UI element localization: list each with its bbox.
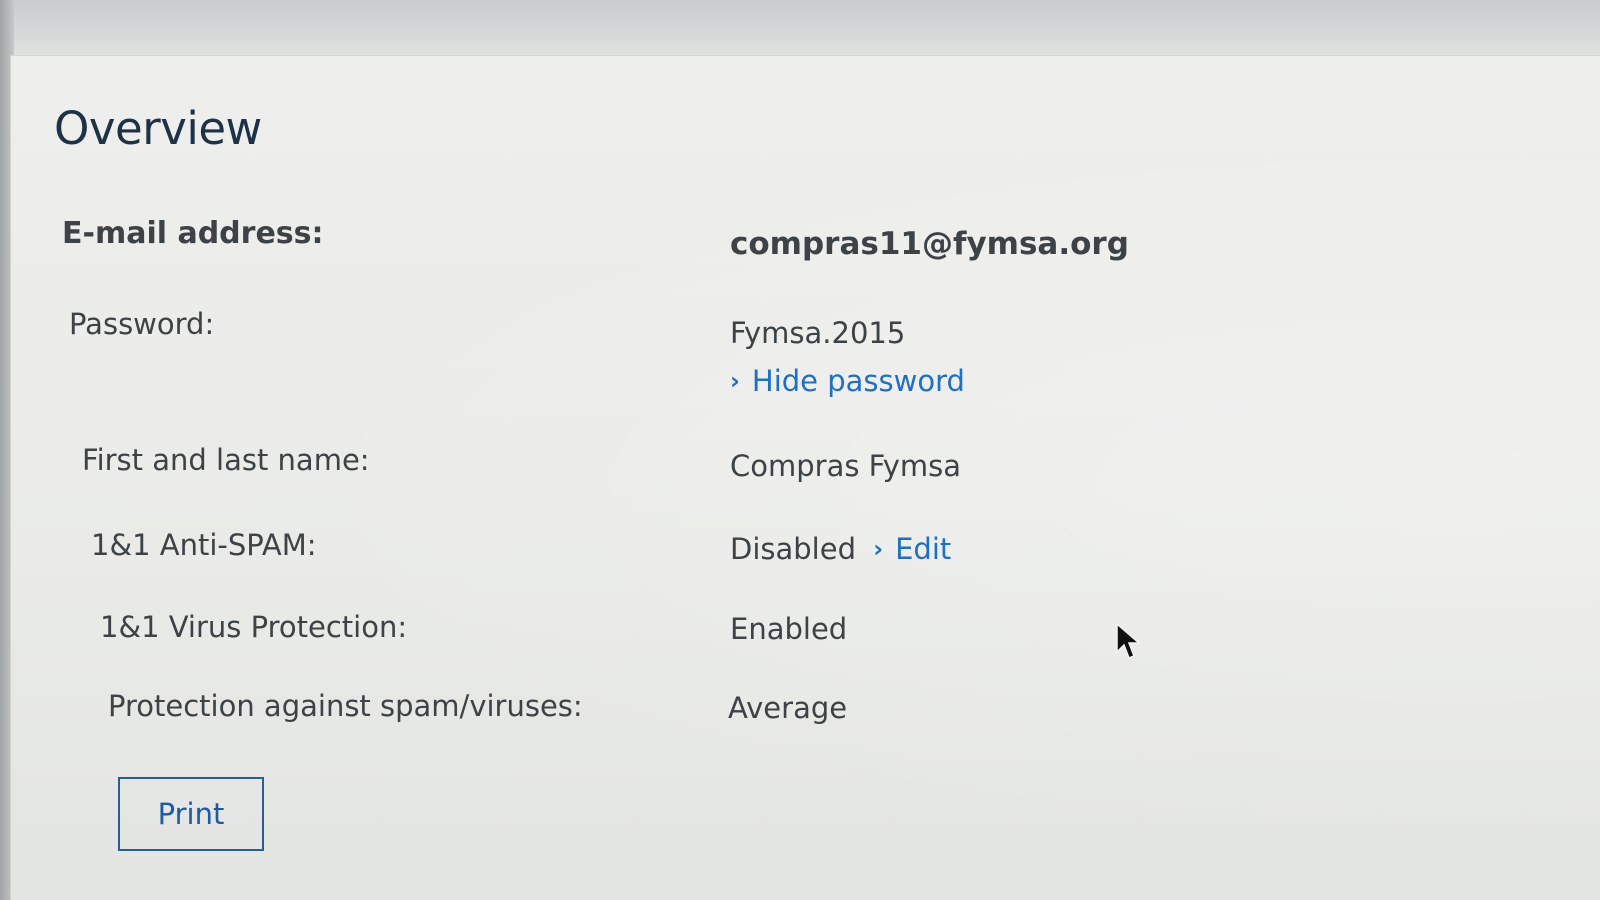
hide-password-label[interactable]: Hide password: [752, 364, 965, 398]
password-value: Fymsa.2015: [730, 316, 906, 350]
chevron-right-icon: ›: [730, 367, 740, 395]
print-button[interactable]: Print: [118, 777, 264, 851]
antispam-row-value: Disabled › Edit: [730, 532, 951, 566]
virus-label: 1&1 Virus Protection:: [100, 610, 408, 644]
name-label: First and last name:: [82, 443, 370, 477]
mouse-cursor-icon: [1116, 622, 1141, 659]
virus-value: Enabled: [730, 612, 848, 646]
page-title: Overview: [54, 102, 262, 155]
antispam-status: Disabled: [730, 532, 856, 566]
edit-link-label[interactable]: Edit: [895, 532, 951, 566]
email-value: compras11@fymsa.org: [730, 226, 1129, 262]
print-button-label: Print: [157, 797, 225, 831]
email-label: E-mail address:: [62, 216, 324, 251]
antispam-edit-link[interactable]: › Edit: [873, 532, 951, 566]
name-value: Compras Fymsa: [730, 449, 961, 483]
hide-password-link[interactable]: › Hide password: [730, 364, 965, 398]
screen: Overview E-mail address: compras11@fymsa…: [0, 0, 1600, 900]
antispam-label: 1&1 Anti-SPAM:: [91, 528, 317, 562]
protection-value: Average: [728, 691, 848, 725]
protection-label: Protection against spam/viruses:: [108, 689, 583, 723]
chevron-right-icon: ›: [873, 535, 884, 563]
password-label: Password:: [69, 307, 215, 341]
